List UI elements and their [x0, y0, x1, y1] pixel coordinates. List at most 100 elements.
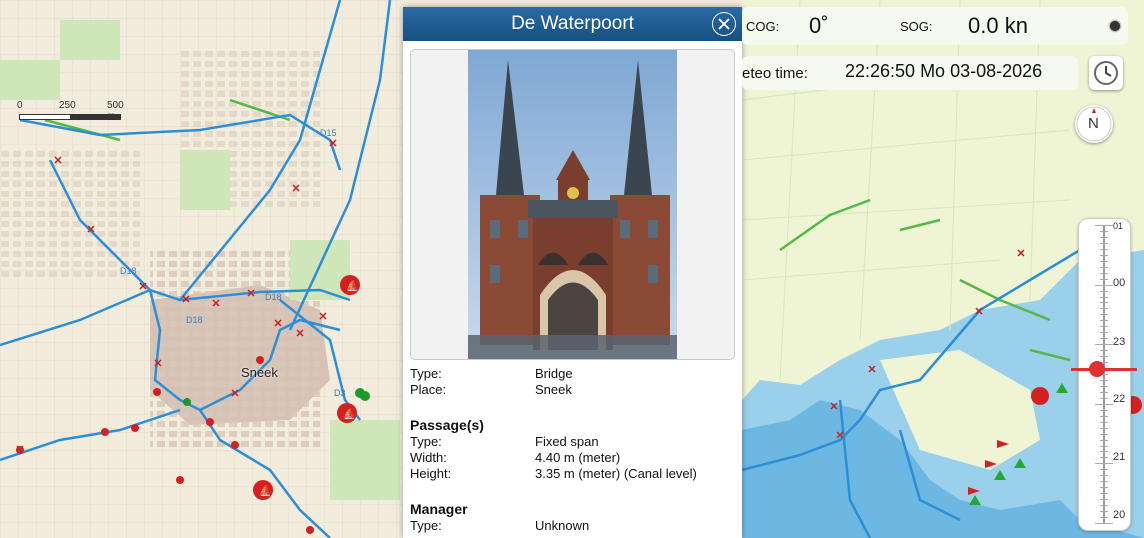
manager-type-value: Unknown: [535, 518, 590, 533]
status-dot-icon: [1110, 21, 1120, 31]
scale-tick: [1100, 260, 1108, 262]
scale-tick: [1095, 284, 1113, 286]
scale-tick: [1100, 338, 1108, 340]
scale-tick: [1100, 439, 1108, 441]
route-label: D18: [120, 266, 137, 276]
slider-thumb[interactable]: [1071, 361, 1137, 378]
scale-tick: [1095, 523, 1113, 524]
scale-tick: [1100, 379, 1108, 381]
scale-tick: [1100, 475, 1108, 477]
passage-heading: Passage(s): [410, 417, 484, 433]
compass-label: N: [1088, 115, 1099, 132]
manager-type-key: Type:: [410, 518, 442, 533]
passage-width-value: 4.40 m (meter): [535, 450, 621, 465]
scale-tick: [1100, 469, 1108, 471]
scale-tick: [1100, 391, 1108, 393]
route-label: D15: [320, 128, 337, 138]
scale-tick: [1095, 225, 1113, 226]
clock-button[interactable]: [1089, 56, 1123, 90]
scale-tick: [1100, 385, 1108, 387]
route-label: D18: [265, 292, 282, 302]
passage-type-key: Type:: [410, 434, 442, 449]
scale-tick: [1100, 314, 1108, 316]
scale-tick: [1100, 308, 1108, 310]
sog-label: SOG:: [900, 19, 933, 34]
close-button[interactable]: [712, 12, 736, 36]
scale-tick: [1100, 517, 1108, 519]
scale-tick-label: 23: [1113, 336, 1126, 348]
manager-heading: Manager: [410, 501, 468, 517]
city-label: Sneek: [241, 365, 278, 380]
scale-tick: [1100, 415, 1108, 417]
meteo-label: eteo time:: [742, 65, 808, 82]
scale-tick-label: 01: [1113, 221, 1124, 231]
scale-tick: [1100, 499, 1108, 501]
scale-tick: [1100, 427, 1108, 429]
scale-tick: [1100, 278, 1108, 280]
scale-tick-label: 20: [1113, 509, 1126, 521]
scale-tick: [1100, 445, 1108, 447]
panel-header: De Waterpoort: [403, 7, 742, 41]
scale-tick: [1100, 397, 1108, 399]
svg-text:⛵: ⛵: [346, 279, 358, 292]
meteo-time-bar: eteo time: 22:26:50 Mo 03-08-2026: [742, 56, 1078, 90]
object-info-panel: De Waterpoort Type: Bridge Place: Sneek …: [403, 7, 742, 538]
scale-tick: [1095, 344, 1113, 346]
compass-button[interactable]: N: [1075, 105, 1113, 143]
scale-tick: [1100, 320, 1108, 322]
scale-tick: [1100, 487, 1108, 489]
svg-text:⛵: ⛵: [343, 407, 355, 420]
scale-tick: [1100, 326, 1108, 328]
cog-sog-bar: COG: 0˚ SOG: 0.0 kn: [742, 7, 1128, 45]
scale-tick: [1100, 409, 1108, 411]
passage-type-value: Fixed span: [535, 434, 599, 449]
scale-tick: [1100, 266, 1108, 268]
scalebar-label-0: 0: [17, 100, 23, 111]
clock-icon: [1094, 61, 1118, 85]
scale-tick: [1095, 463, 1113, 465]
scale-tick: [1100, 242, 1108, 244]
scale-tick: [1100, 511, 1108, 513]
scale-tick: [1100, 421, 1108, 423]
scale-tick: [1100, 505, 1108, 507]
scale-tick: [1100, 433, 1108, 435]
meteo-value: 22:26:50 Mo 03-08-2026: [845, 61, 1043, 81]
scale-tick: [1100, 481, 1108, 483]
scale-tick: [1100, 302, 1108, 304]
scale-tick: [1100, 457, 1108, 459]
photo-frame: [410, 49, 735, 360]
waterpoort-photo: [468, 50, 677, 359]
type-key: Type:: [410, 366, 442, 381]
scale-tick: [1095, 403, 1113, 405]
passage-width-key: Width:: [410, 450, 447, 465]
scale-tick: [1100, 230, 1108, 232]
scale-tick: [1100, 493, 1108, 495]
scale-tick: [1100, 296, 1108, 298]
sog-value: 0.0 kn: [968, 13, 1028, 38]
scale-tick: [1100, 248, 1108, 250]
route-label: D18: [186, 315, 203, 325]
map-scalebar: 0 250 500 m: [17, 100, 124, 122]
cog-value: 0˚: [809, 13, 829, 38]
svg-text:⛵: ⛵: [259, 484, 271, 497]
info-details: Type: Bridge Place: Sneek Passage(s) Type:…: [410, 366, 740, 534]
tide-scale-slider[interactable]: 01 00 23 22 21 20: [1071, 218, 1137, 531]
type-value: Bridge: [535, 366, 573, 381]
scale-tick: [1100, 254, 1108, 256]
scale-tick-label: 00: [1113, 277, 1126, 289]
scale-tick-label: 21: [1113, 451, 1126, 463]
scale-tick: [1100, 332, 1108, 334]
scale-tick: [1100, 356, 1108, 358]
scale-tick: [1100, 290, 1108, 292]
passage-height-value: 3.35 m (meter) (Canal level): [535, 466, 697, 481]
place-key: Place:: [410, 382, 447, 397]
close-icon: [718, 18, 730, 30]
scalebar-label-250: 250: [59, 100, 76, 111]
place-value: Sneek: [535, 382, 572, 397]
panel-title: De Waterpoort: [511, 13, 634, 34]
cog-label: COG:: [746, 19, 780, 34]
passage-height-key: Height:: [410, 466, 452, 481]
scale-tick: [1100, 350, 1108, 352]
scale-tick: [1100, 236, 1108, 238]
scale-tick-label: 22: [1113, 393, 1126, 405]
